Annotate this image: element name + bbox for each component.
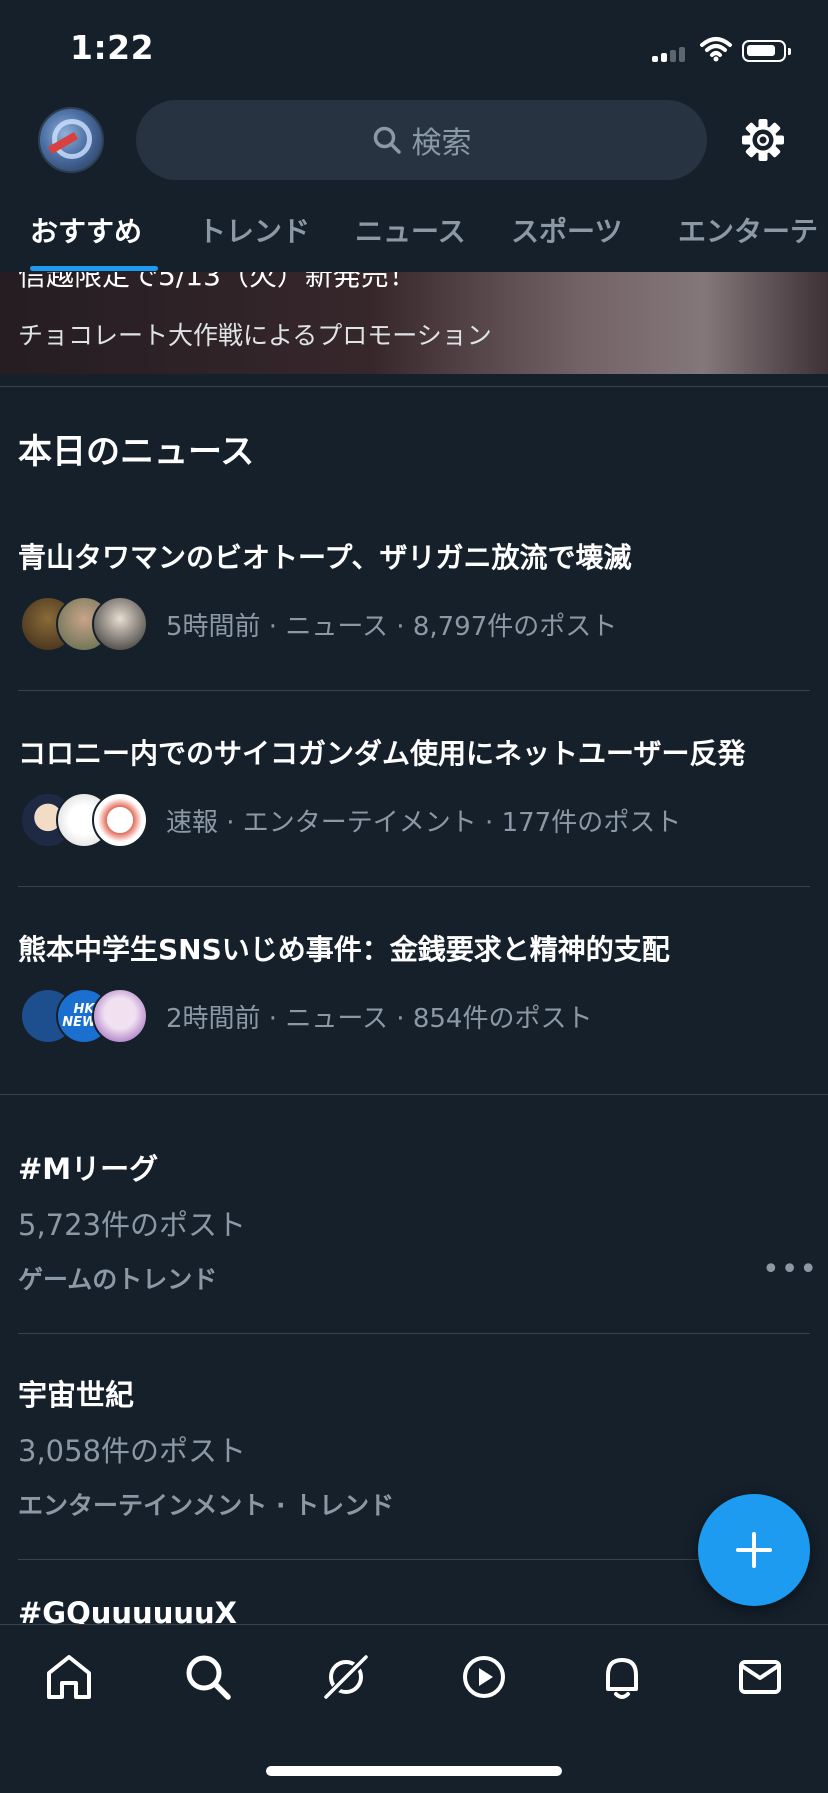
news-item[interactable]: 青山タワマンのビオトープ、ザリガニ放流で壊滅 5時間前 · ニュース · 8,7… [0,520,828,690]
promo-sponsor: チョコレート大作戦によるプロモーション [18,321,492,350]
status-time: 1:22 [70,28,155,67]
divider [0,386,828,387]
news-meta: 速報 · エンターテイメント · 177件のポスト [166,808,682,838]
news-avatars: HK NEWS [20,988,150,1046]
news-avatars [20,596,150,654]
news-headline: 熊本中学生SNSいじめ事件：金銭要求と精神的支配 [18,933,670,966]
gear-icon[interactable] [740,117,786,163]
divider [0,1094,828,1095]
news-section-title: 本日のニュース [18,432,255,472]
trend-item[interactable]: #GQuuuuuuX [0,1584,828,1624]
tab-trending[interactable]: トレンド [198,210,310,250]
divider [18,1333,810,1334]
search-icon [373,126,401,154]
promo-title: 信越限定で5/13（火）新発売！ [18,272,417,292]
trend-category: ゲームのトレンド [18,1265,218,1294]
news-avatar [92,792,148,848]
trend-title: 宇宙世紀 [18,1378,135,1412]
battery-icon [742,40,791,62]
more-icon[interactable]: ••• [762,1252,818,1287]
home-icon[interactable] [43,1651,95,1703]
compose-button[interactable] [698,1494,810,1606]
trend-title: #Mリーグ [18,1152,159,1186]
explore-icon[interactable] [182,1651,234,1703]
home-indicator [266,1766,562,1776]
tab-recommended[interactable]: おすすめ [30,210,142,250]
news-avatars [20,792,150,850]
active-tab-indicator [30,266,158,271]
tab-news[interactable]: ニュース [355,210,466,250]
divider [18,886,810,887]
video-icon[interactable] [458,1651,510,1703]
divider [18,690,810,691]
news-headline: 青山タワマンのビオトープ、ザリガニ放流で壊滅 [18,541,632,574]
news-item[interactable]: コロニー内でのサイコガンダム使用にネットユーザー反発 速報 · エンターテイメン… [0,716,828,886]
promoted-banner[interactable]: 信越限定で5/13（火）新発売！ チョコレート大作戦によるプロモーション [0,272,828,374]
explore-tabs: おすすめ トレンド ニュース スポーツ エンターテ [0,190,828,273]
bell-icon[interactable] [596,1651,648,1703]
news-item[interactable]: 熊本中学生SNSいじめ事件：金銭要求と精神的支配 HK NEWS 2時間前 · … [0,912,828,1082]
grok-icon[interactable] [320,1651,372,1703]
wifi-icon [700,37,732,62]
news-headline: コロニー内でのサイコガンダム使用にネットユーザー反発 [18,737,746,770]
news-meta: 5時間前 · ニュース · 8,797件のポスト [166,612,618,642]
trend-post-count: 3,058件のポスト [18,1434,247,1468]
status-bar: 1:22 [0,0,828,94]
divider [18,1559,810,1560]
plus-icon [736,1532,772,1568]
mail-icon[interactable] [734,1651,786,1703]
tab-sports[interactable]: スポーツ [511,210,622,250]
news-avatar [92,988,148,1044]
tab-entertainment[interactable]: エンターテ [678,210,818,250]
trend-category: エンターテインメント · トレンド [18,1491,395,1520]
trend-post-count: 5,723件のポスト [18,1208,247,1242]
trend-item[interactable]: #Mリーグ 5,723件のポスト ゲームのトレンド ••• [0,1130,828,1330]
profile-avatar[interactable] [38,107,104,173]
search-placeholder: 検索 [411,126,472,161]
news-avatar [92,596,148,652]
trend-title: #GQuuuuuuX [18,1596,237,1624]
search-bar[interactable]: 検索 [136,100,707,180]
news-meta: 2時間前 · ニュース · 854件のポスト [166,1004,593,1034]
cellular-signal-icon [652,46,690,62]
